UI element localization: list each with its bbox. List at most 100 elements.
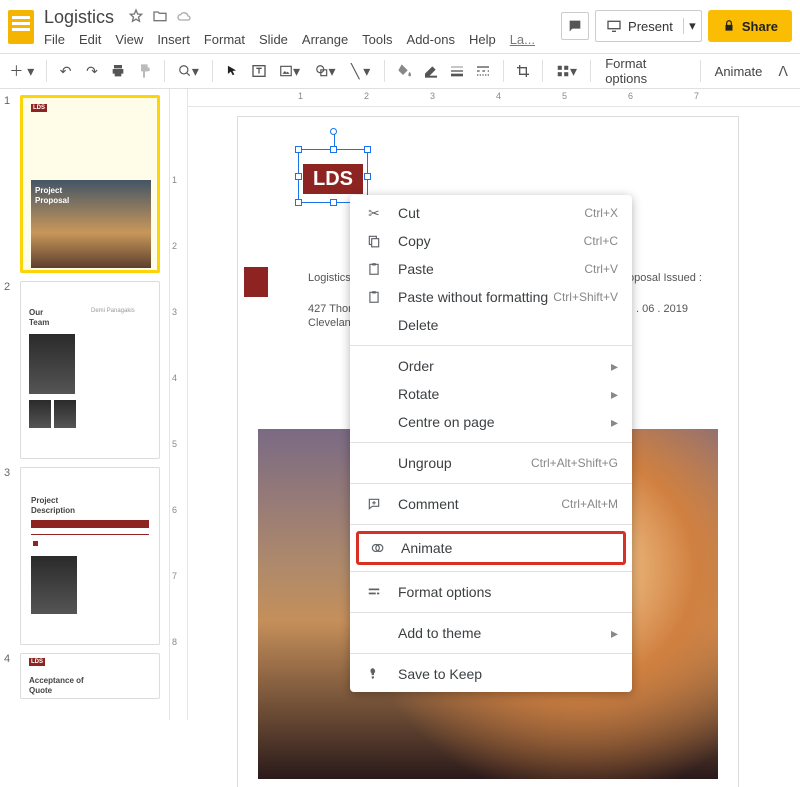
format-options-icon	[364, 585, 384, 599]
vertical-ruler: 1 2 3 4 5 6 7 8	[170, 89, 188, 720]
ctx-delete[interactable]: Delete	[350, 311, 632, 339]
lock-icon	[722, 19, 736, 33]
thumb1-title: Project	[35, 186, 62, 195]
animate-icon	[367, 541, 387, 555]
menu-last-edit[interactable]: La...	[510, 32, 535, 47]
ctx-add-to-theme[interactable]: Add to theme ▸	[350, 619, 632, 647]
menu-addons[interactable]: Add-ons	[407, 32, 455, 47]
slide-number: 4	[4, 653, 16, 699]
present-button[interactable]: Present	[596, 18, 683, 34]
new-slide-button[interactable]: ＋ ▾	[6, 59, 38, 83]
thumb1-sub: Proposal	[35, 196, 69, 205]
slide-number: 3	[4, 467, 16, 645]
shape-tool[interactable]: ▾	[309, 59, 341, 83]
zoom-button[interactable]: ▾	[173, 59, 205, 83]
slide-number: 2	[4, 281, 16, 459]
submenu-arrow-icon: ▸	[604, 386, 618, 403]
thumb2-h2: Team	[29, 318, 49, 327]
toolbar-animate[interactable]: Animate	[709, 64, 769, 79]
doc-title[interactable]: Logistics	[44, 7, 114, 28]
ctx-centre-on-page[interactable]: Centre on page ▸	[350, 408, 632, 436]
toolbar-overflow[interactable]: ᐱ	[772, 63, 794, 80]
cut-icon: ✂	[364, 205, 384, 222]
ctx-paste[interactable]: Paste Ctrl+V	[350, 255, 632, 283]
submenu-arrow-icon: ▸	[604, 414, 618, 431]
lds-label: LDS	[313, 168, 353, 191]
slides-app-icon[interactable]	[8, 10, 34, 44]
print-button[interactable]	[107, 59, 129, 83]
slide-number: 1	[4, 95, 16, 273]
menu-format[interactable]: Format	[204, 32, 245, 47]
slide-thumb-2[interactable]: Our Team Demi Panagakis	[20, 281, 160, 459]
redo-button[interactable]: ↷	[81, 59, 103, 83]
thumb4-h2: Quote	[29, 686, 52, 695]
ctx-rotate[interactable]: Rotate ▸	[350, 380, 632, 408]
present-icon	[606, 18, 622, 34]
border-color-button[interactable]	[420, 59, 442, 83]
paste-icon	[364, 262, 384, 276]
paste-wf-icon	[364, 290, 384, 304]
menu-view[interactable]: View	[115, 32, 143, 47]
star-icon[interactable]	[124, 8, 148, 27]
menu-insert[interactable]: Insert	[157, 32, 190, 47]
comment-icon	[364, 497, 384, 511]
share-button[interactable]: Share	[708, 10, 792, 42]
selected-lds-object[interactable]: LDS	[303, 164, 363, 194]
thumb3-h2: Description	[31, 506, 75, 515]
thumb4-h1: Acceptance of	[29, 676, 84, 685]
toolbar: ＋ ▾ ↶ ↷ ▾ ▾ ▾ ╲ ▾ ▾ Format o	[0, 53, 800, 89]
red-side-block	[244, 267, 268, 297]
ctx-order[interactable]: Order ▸	[350, 352, 632, 380]
undo-button[interactable]: ↶	[55, 59, 77, 83]
slide-text-line2b: . 06 . 2019	[636, 303, 688, 315]
menu-help[interactable]: Help	[469, 32, 496, 47]
border-style-button[interactable]	[472, 59, 494, 83]
ctx-ungroup[interactable]: Ungroup Ctrl+Alt+Shift+G	[350, 449, 632, 477]
present-dropdown[interactable]: ▾	[683, 18, 701, 34]
ctx-paste-without-formatting[interactable]: Paste without formatting Ctrl+Shift+V	[350, 283, 632, 311]
thumb3-h1: Project	[31, 496, 58, 505]
thumb2-h3: Demi Panagakis	[91, 308, 135, 314]
slide-thumb-4[interactable]: LDS Acceptance of Quote	[20, 653, 160, 699]
ctx-animate[interactable]: Animate	[359, 534, 623, 562]
line-tool[interactable]: ╲ ▾	[345, 59, 377, 83]
mask-button[interactable]: ▾	[551, 59, 583, 83]
menu-slide[interactable]: Slide	[259, 32, 288, 47]
slide-thumb-3[interactable]: Project Description Project Description	[20, 467, 160, 645]
share-label: Share	[742, 19, 778, 34]
lds-logo: LDS	[29, 658, 45, 666]
slide-thumbnail-panel: 1 LDS Project Proposal 2 Our Team Demi P…	[0, 89, 170, 720]
crop-button[interactable]	[511, 59, 533, 83]
menu-tools[interactable]: Tools	[362, 32, 392, 47]
horizontal-ruler: 1 2 3 4 5 6 7	[188, 89, 800, 107]
textbox-tool[interactable]	[247, 59, 269, 83]
ctx-cut[interactable]: ✂ Cut Ctrl+X	[350, 199, 632, 227]
menu-edit[interactable]: Edit	[79, 32, 101, 47]
ctx-format-options[interactable]: Format options	[350, 578, 632, 606]
present-label: Present	[628, 19, 673, 34]
border-weight-button[interactable]	[446, 59, 468, 83]
paint-format-button[interactable]	[133, 59, 155, 83]
menu-arrange[interactable]: Arrange	[302, 32, 348, 47]
context-menu: ✂ Cut Ctrl+X Copy Ctrl+C Paste Ctrl+V	[350, 195, 632, 692]
move-folder-icon[interactable]	[148, 8, 172, 27]
ctx-comment[interactable]: Comment Ctrl+Alt+M	[350, 490, 632, 518]
slide-canvas[interactable]: 1 2 3 4 5 6 7 Logistics De oposal Issued…	[188, 89, 800, 720]
image-tool[interactable]: ▾	[274, 59, 306, 83]
ctx-copy[interactable]: Copy Ctrl+C	[350, 227, 632, 255]
fill-color-button[interactable]	[393, 59, 415, 83]
menu-file[interactable]: File	[44, 32, 65, 47]
slide-text-line1b: oposal Issued :	[628, 272, 702, 284]
keep-icon	[364, 667, 384, 681]
copy-icon	[364, 234, 384, 248]
submenu-arrow-icon: ▸	[604, 625, 618, 642]
slide-thumb-1[interactable]: LDS Project Proposal	[20, 95, 160, 273]
ctx-save-to-keep[interactable]: Save to Keep	[350, 660, 632, 688]
lds-logo: LDS	[31, 104, 47, 112]
toolbar-format-options[interactable]: Format options	[599, 56, 692, 86]
cloud-status-icon	[172, 8, 196, 27]
submenu-arrow-icon: ▸	[604, 358, 618, 375]
thumb2-h1: Our	[29, 308, 43, 317]
comments-button[interactable]	[561, 12, 589, 40]
select-tool[interactable]	[221, 59, 243, 83]
